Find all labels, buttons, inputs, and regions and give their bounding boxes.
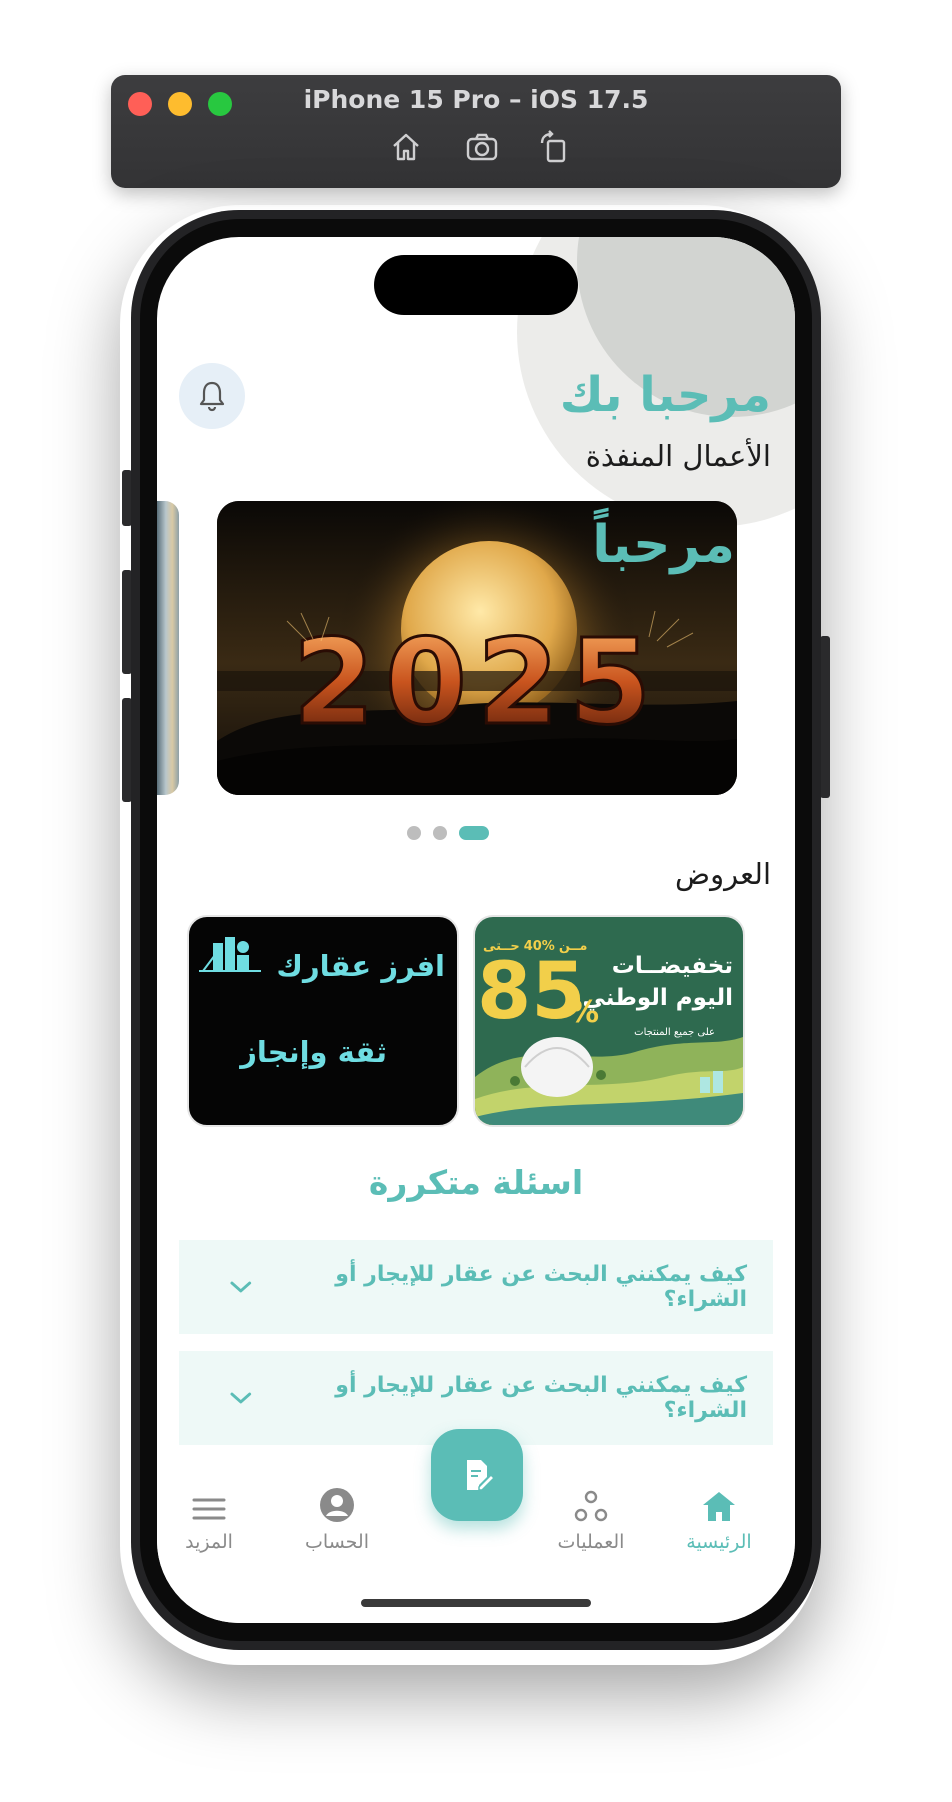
- carousel-dot-active[interactable]: [459, 826, 489, 840]
- notifications-button[interactable]: [179, 363, 245, 429]
- home-icon[interactable]: [388, 129, 424, 165]
- dynamic-island: [374, 255, 578, 315]
- offer-subtext: على جميع المنتجات: [634, 1027, 715, 1038]
- operations-icon: [574, 1490, 608, 1522]
- offer-card-national-day[interactable]: تخفيضــات اليوم الوطني على جميع المنتجات…: [473, 915, 745, 1127]
- carousel-previous-slide[interactable]: [157, 501, 179, 795]
- menu-icon: [192, 1498, 226, 1520]
- account-icon: [320, 1488, 354, 1522]
- tab-operations[interactable]: العمليات: [541, 1479, 641, 1553]
- banner-word: مرحباً: [592, 515, 735, 575]
- faq-question: كيف يمكنني البحث عن عقار للإيجار أو الشر…: [335, 1373, 747, 1423]
- power-button: [820, 636, 830, 798]
- carousel-dot[interactable]: [407, 826, 421, 840]
- offer-line-2: ثقة وإنجاز: [240, 1035, 387, 1069]
- offer-percent-sign: %: [569, 995, 600, 1030]
- tab-label: العمليات: [557, 1531, 625, 1553]
- offer-line-1: افرز عقارك: [276, 949, 445, 983]
- faq-title: اسئلة متكررة: [368, 1163, 584, 1202]
- tab-label: الرئيسية: [686, 1531, 752, 1553]
- tab-more[interactable]: المزيد: [159, 1479, 259, 1553]
- home-icon: [703, 1492, 735, 1521]
- create-request-button[interactable]: [431, 1429, 523, 1521]
- offer-card-sort-property[interactable]: افرز عقارك ثقة وإنجاز: [187, 915, 459, 1127]
- carousel-banner[interactable]: 2025 مرحباً: [217, 501, 737, 795]
- offers-title: العروض: [675, 857, 771, 891]
- faq-question: كيف يمكنني البحث عن عقار للإيجار أو الشر…: [335, 1262, 747, 1312]
- simulator-title: iPhone 15 Pro – iOS 17.5: [303, 85, 649, 114]
- tab-label: الحساب: [305, 1531, 369, 1553]
- app-screen: مرحبا بك الأعمال المنفذة 2025 مرحباً الع…: [157, 237, 795, 1623]
- building-logo-icon: [199, 937, 261, 972]
- tab-label: المزيد: [185, 1531, 233, 1553]
- simulator-toolbar: iPhone 15 Pro – iOS 17.5: [111, 75, 841, 188]
- offer-headline: تخفيضــات: [611, 953, 733, 979]
- faq-item[interactable]: كيف يمكنني البحث عن عقار للإيجار أو الشر…: [179, 1240, 773, 1334]
- screenshot-icon[interactable]: [464, 129, 500, 165]
- rotate-icon[interactable]: [536, 129, 572, 165]
- tab-home[interactable]: الرئيسية: [669, 1479, 769, 1553]
- edit-document-icon: [467, 1460, 495, 1491]
- welcome-title: مرحبا بك: [559, 367, 771, 423]
- tab-account[interactable]: الحساب: [287, 1479, 387, 1553]
- banner-year: 2025: [293, 613, 661, 751]
- offer-headline-2: اليوم الوطني: [582, 985, 733, 1011]
- chevron-down-icon[interactable]: [229, 1279, 253, 1295]
- home-indicator[interactable]: [361, 1599, 591, 1607]
- bell-icon: [199, 381, 225, 412]
- chevron-down-icon[interactable]: [229, 1390, 253, 1406]
- carousel-dot[interactable]: [433, 826, 447, 840]
- section-subtitle: الأعمال المنفذة: [585, 439, 771, 473]
